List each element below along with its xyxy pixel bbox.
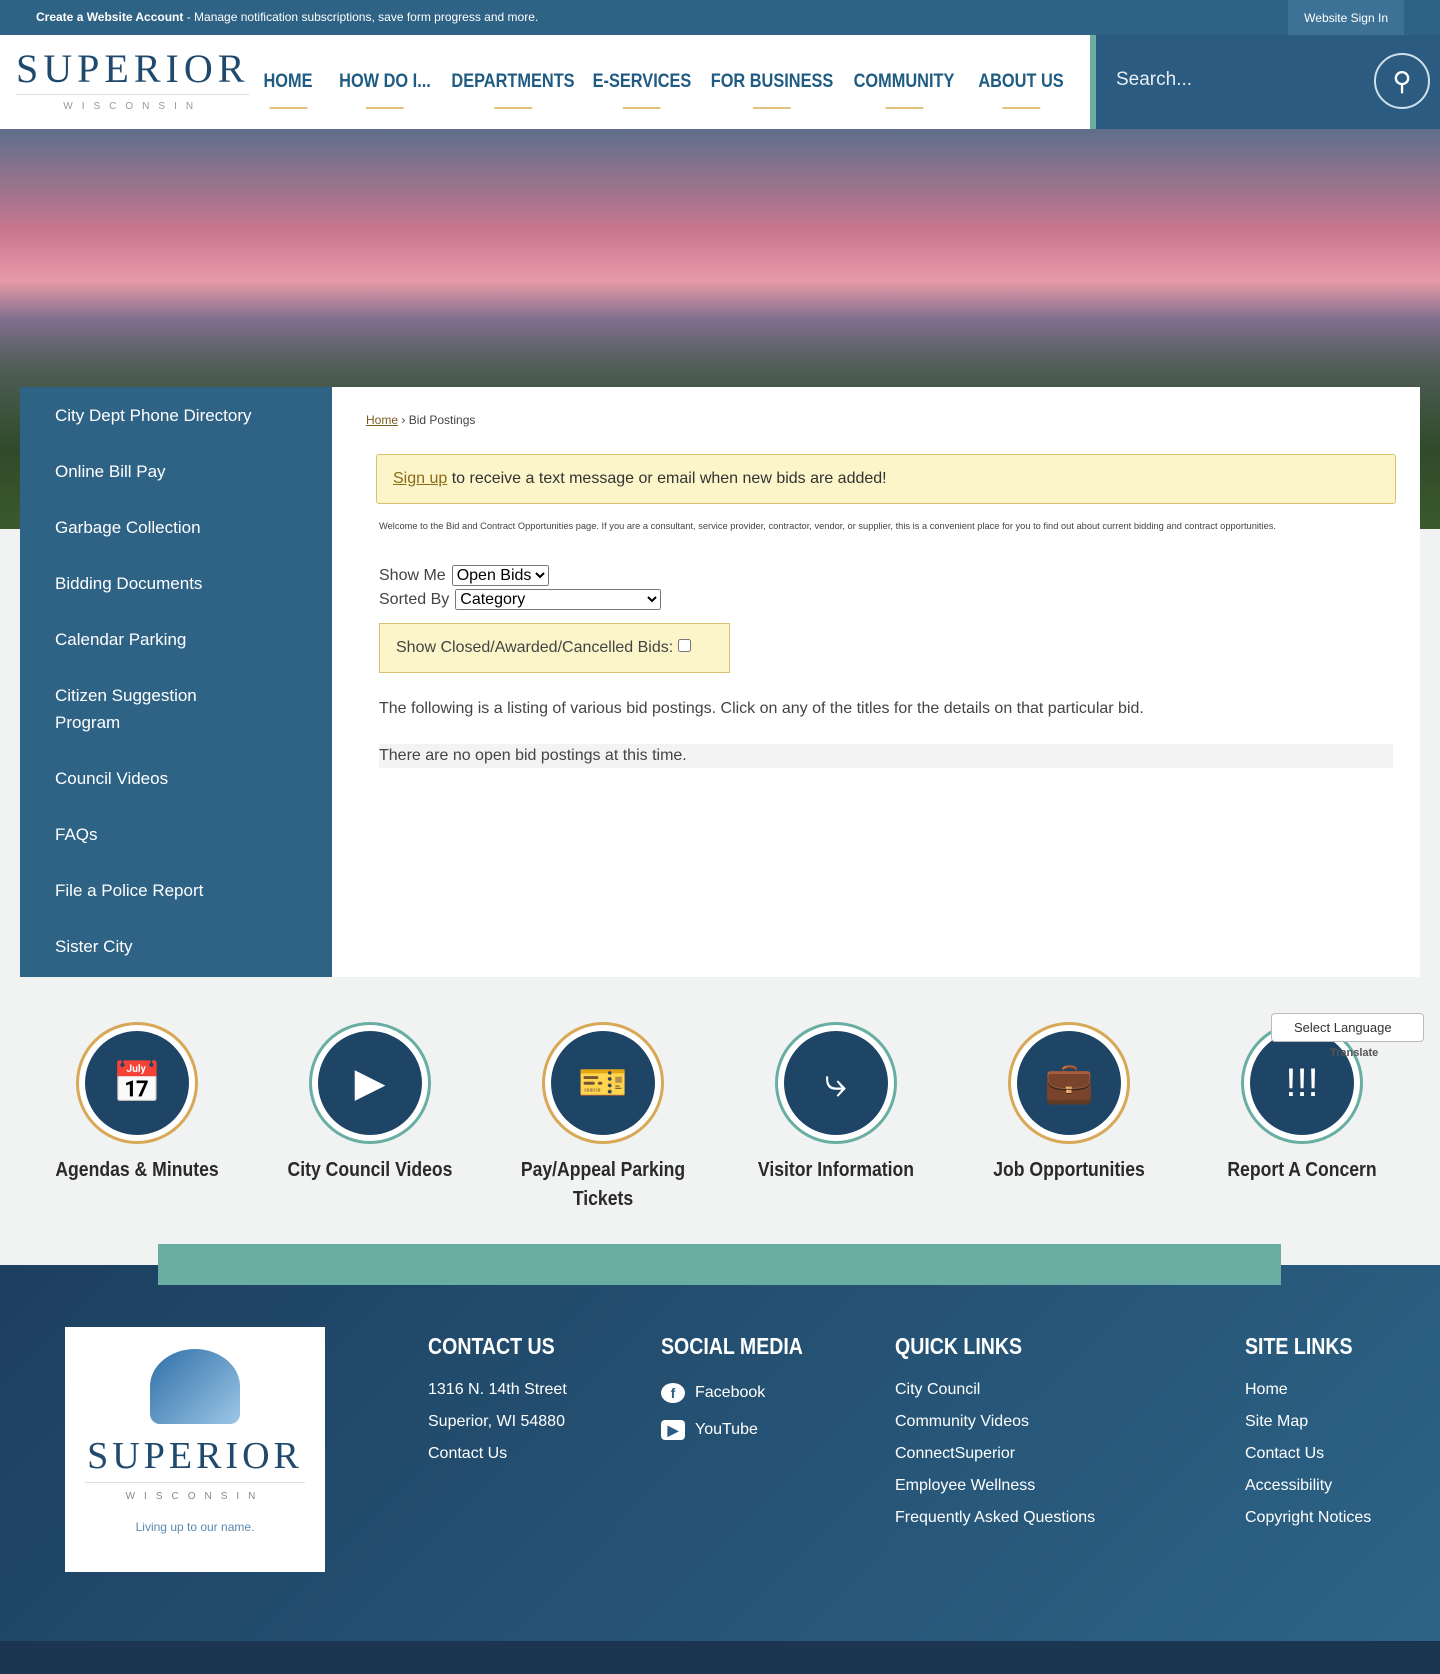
footer-bottom-bar	[0, 1641, 1440, 1674]
address-line: 1316 N. 14th Street	[428, 1381, 567, 1398]
signpost-icon: ⤷	[784, 1031, 888, 1135]
site-link[interactable]: Contact Us	[1245, 1438, 1372, 1470]
footer-logo-name: SUPERIOR	[87, 1435, 303, 1477]
sorted-by-row: Sorted By Category	[379, 589, 662, 610]
footer-logo: SUPERIOR WISCONSIN Living up to our name…	[65, 1327, 325, 1572]
show-closed-box: Show Closed/Awarded/Cancelled Bids:	[379, 623, 730, 673]
create-account-link[interactable]: Create a Website Account	[36, 10, 183, 24]
language-select[interactable]: Select Language	[1271, 1013, 1424, 1042]
footer-quick-links: QUICK LINKS City Council Community Video…	[895, 1333, 1095, 1534]
tile-agendas[interactable]: 📅 Agendas & Minutes	[37, 1022, 237, 1185]
site-link[interactable]: Accessibility	[1245, 1470, 1372, 1502]
sidebar-item-online-bill-pay[interactable]: Online Bill Pay	[20, 458, 332, 485]
tile-parking-tickets[interactable]: 🎫 Pay/Appeal Parking Tickets	[503, 1022, 703, 1214]
briefcase-icon: 💼	[1017, 1031, 1121, 1135]
sign-in-button[interactable]: Website Sign In	[1288, 0, 1404, 35]
footer-tagline: Living up to our name.	[135, 1520, 255, 1534]
footer-social: SOCIAL MEDIA f Facebook ▶ YouTube	[661, 1333, 828, 1448]
breadcrumb-current: Bid Postings	[408, 413, 476, 427]
ticket-icon: 🎫	[551, 1031, 655, 1135]
sidebar-item-phone-directory[interactable]: City Dept Phone Directory	[20, 402, 332, 429]
footer-contact: CONTACT US 1316 N. 14th Street Superior,…	[428, 1333, 577, 1470]
sidebar-item-citizen-suggestion[interactable]: Citizen Suggestion Program	[20, 682, 250, 736]
footer-site-title: SITE LINKS	[1245, 1333, 1353, 1359]
search-box: Search... ⚲	[1090, 35, 1440, 129]
youtube-icon: ▶	[661, 1419, 685, 1440]
facebook-link[interactable]: f Facebook	[661, 1374, 828, 1411]
nav-departments[interactable]: DEPARTMENTS	[451, 35, 575, 129]
site-link[interactable]: Home	[1245, 1374, 1372, 1406]
signup-alert: Sign up to receive a text message or ema…	[376, 454, 1396, 504]
nav-how-do-i[interactable]: HOW DO I...	[339, 35, 431, 129]
video-icon: ▶	[318, 1031, 422, 1135]
main-content: Home › Bid Postings Sign up to receive a…	[332, 387, 1420, 977]
address-city: Superior, WI 54880	[428, 1413, 565, 1430]
sidebar-item-council-videos[interactable]: Council Videos	[20, 765, 332, 792]
quick-link[interactable]: Community Videos	[895, 1406, 1095, 1438]
tile-label: City Council Videos	[287, 1159, 453, 1181]
youtube-link[interactable]: ▶ YouTube	[661, 1411, 828, 1448]
tile-jobs[interactable]: 💼 Job Opportunities	[969, 1022, 1169, 1185]
top-bar: Create a Website Account - Manage notifi…	[0, 0, 1440, 35]
facebook-icon: f	[661, 1382, 685, 1403]
show-closed-label: Show Closed/Awarded/Cancelled Bids:	[396, 639, 674, 656]
tile-label: Visitor Information	[757, 1159, 915, 1181]
show-me-row: Show Me Open Bids	[379, 565, 549, 586]
nav-for-business[interactable]: FOR BUSINESS	[711, 35, 833, 129]
quick-link[interactable]: ConnectSuperior	[895, 1438, 1095, 1470]
sorted-by-select[interactable]: Category	[455, 589, 662, 610]
search-input[interactable]: Search...	[1116, 69, 1192, 91]
quick-link[interactable]: Employee Wellness	[895, 1470, 1095, 1502]
sorted-by-label: Sorted By	[379, 591, 450, 608]
quick-link[interactable]: Frequently Asked Questions	[895, 1502, 1095, 1534]
site-link[interactable]: Site Map	[1245, 1406, 1372, 1438]
sidebar-item-sister-city[interactable]: Sister City	[20, 933, 332, 960]
breadcrumb-separator: ›	[398, 413, 409, 427]
show-closed-checkbox[interactable]	[677, 639, 691, 652]
footer-site-links: SITE LINKS Home Site Map Contact Us Acce…	[1245, 1333, 1372, 1534]
footer-social-title: SOCIAL MEDIA	[661, 1333, 803, 1359]
search-icon[interactable]: ⚲	[1374, 53, 1430, 109]
google-translate-label: Translate	[1330, 1047, 1379, 1059]
breadcrumb-home[interactable]: Home	[366, 413, 398, 427]
contact-us-link[interactable]: Contact Us	[428, 1438, 577, 1470]
welcome-text: Welcome to the Bid and Contract Opportun…	[379, 521, 1276, 531]
nav-community[interactable]: COMMUNITY	[854, 35, 954, 129]
nav-about-us[interactable]: ABOUT US	[978, 35, 1064, 129]
tile-visitor-info[interactable]: ⤷ Visitor Information	[736, 1022, 936, 1185]
tile-label: Agendas & Minutes	[55, 1159, 219, 1181]
sidebar-item-calendar-parking[interactable]: Calendar Parking	[20, 626, 332, 653]
nav-e-services[interactable]: E-SERVICES	[593, 35, 691, 129]
sidebar-item-garbage-collection[interactable]: Garbage Collection	[20, 514, 332, 541]
sidebar-item-bidding-documents[interactable]: Bidding Documents	[20, 570, 332, 597]
no-bids-message: There are no open bid postings at this t…	[379, 744, 1393, 768]
nav-home[interactable]: HOME	[263, 35, 313, 129]
tile-council-videos[interactable]: ▶ City Council Videos	[270, 1022, 470, 1185]
sidebar: City Dept Phone Directory Online Bill Pa…	[20, 387, 332, 977]
listing-description: The following is a listing of various bi…	[379, 700, 1144, 717]
sidebar-item-faqs[interactable]: FAQs	[20, 821, 332, 848]
calendar-icon: 📅	[85, 1031, 189, 1135]
tile-label: Job Opportunities	[993, 1159, 1145, 1181]
breadcrumb: Home › Bid Postings	[366, 413, 475, 427]
alert-text: to receive a text message or email when …	[447, 470, 887, 487]
footer-logo-state: WISCONSIN	[85, 1482, 305, 1502]
sign-up-link[interactable]: Sign up	[393, 470, 447, 487]
tile-label: Report A Concern	[1227, 1159, 1377, 1181]
show-me-label: Show Me	[379, 567, 446, 584]
account-description: - Manage notification subscriptions, sav…	[183, 10, 539, 24]
show-me-select[interactable]: Open Bids	[451, 565, 549, 586]
teal-divider	[158, 1244, 1281, 1285]
footer-contact-title: CONTACT US	[428, 1333, 555, 1359]
sidebar-item-police-report[interactable]: File a Police Report	[20, 877, 332, 904]
main-nav: HOME HOW DO I... DEPARTMENTS E-SERVICES …	[0, 35, 1085, 129]
site-link[interactable]: Copyright Notices	[1245, 1502, 1372, 1534]
tile-label: Pay/Appeal Parking Tickets	[520, 1159, 686, 1210]
quick-link[interactable]: City Council	[895, 1374, 1095, 1406]
sail-logo-icon	[150, 1349, 240, 1424]
footer-quick-title: QUICK LINKS	[895, 1333, 1023, 1359]
